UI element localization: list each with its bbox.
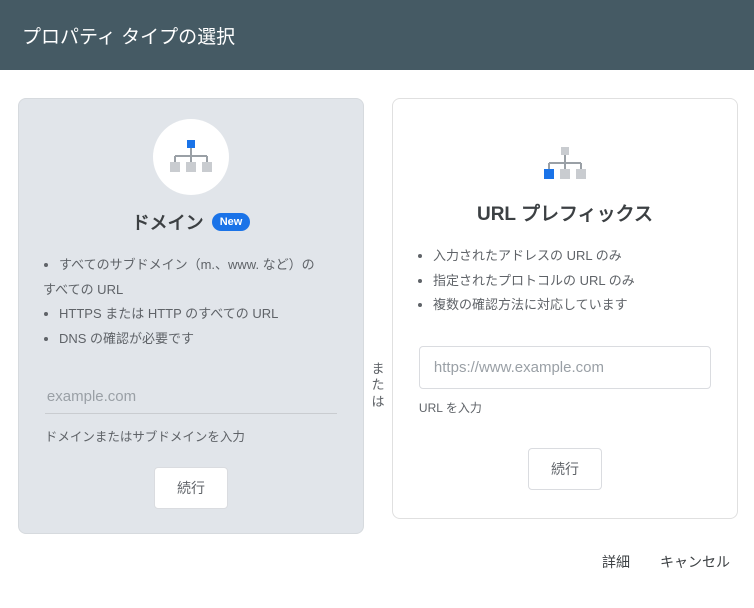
domain-bullet-list: すべてのサブドメイン（m.、www. など）の すべての URL HTTPS ま…: [25, 253, 357, 352]
list-item: HTTPS または HTTP のすべての URL: [59, 302, 343, 327]
url-continue-button[interactable]: 続行: [528, 448, 602, 490]
list-item: 入力されたアドレスの URL のみ: [433, 244, 717, 269]
domain-input-helper: ドメインまたはサブドメインを入力: [45, 426, 337, 445]
divider-or-label: または: [368, 361, 388, 412]
domain-property-card[interactable]: ドメイン New すべてのサブドメイン（m.、www. など）の すべての UR…: [18, 98, 364, 534]
details-link[interactable]: 詳細: [602, 552, 630, 572]
url-card-title: URL プレフィックス: [477, 199, 653, 226]
list-item: すべての URL: [43, 278, 343, 303]
url-input-helper: URL を入力: [419, 399, 711, 416]
domain-card-title-row: ドメイン New: [132, 209, 251, 235]
url-prefix-property-card[interactable]: URL プレフィックス 入力されたアドレスの URL のみ 指定されたプロトコル…: [392, 98, 738, 519]
url-bullet-list: 入力されたアドレスの URL のみ 指定されたプロトコルの URL のみ 複数の…: [399, 244, 731, 318]
list-item: 複数の確認方法に対応しています: [433, 293, 717, 318]
list-item: DNS の確認が必要です: [59, 327, 343, 352]
domain-hierarchy-icon: [153, 119, 229, 195]
cancel-button[interactable]: キャンセル: [660, 552, 730, 572]
url-input[interactable]: [419, 346, 711, 389]
dialog-header: プロパティ タイプの選択: [0, 0, 754, 70]
list-item: すべてのサブドメイン（m.、www. など）の: [59, 253, 343, 278]
domain-input[interactable]: [45, 380, 337, 414]
domain-continue-button[interactable]: 続行: [154, 467, 228, 509]
dialog-footer: 詳細 キャンセル: [0, 534, 754, 572]
url-hierarchy-icon: [543, 147, 587, 181]
url-card-title-row: URL プレフィックス: [477, 199, 653, 226]
new-badge: New: [212, 213, 251, 231]
dialog-title: プロパティ タイプの選択: [22, 22, 235, 49]
list-item: 指定されたプロトコルの URL のみ: [433, 269, 717, 294]
content-area: ドメイン New すべてのサブドメイン（m.、www. など）の すべての UR…: [0, 70, 754, 534]
domain-card-title: ドメイン: [132, 209, 204, 235]
